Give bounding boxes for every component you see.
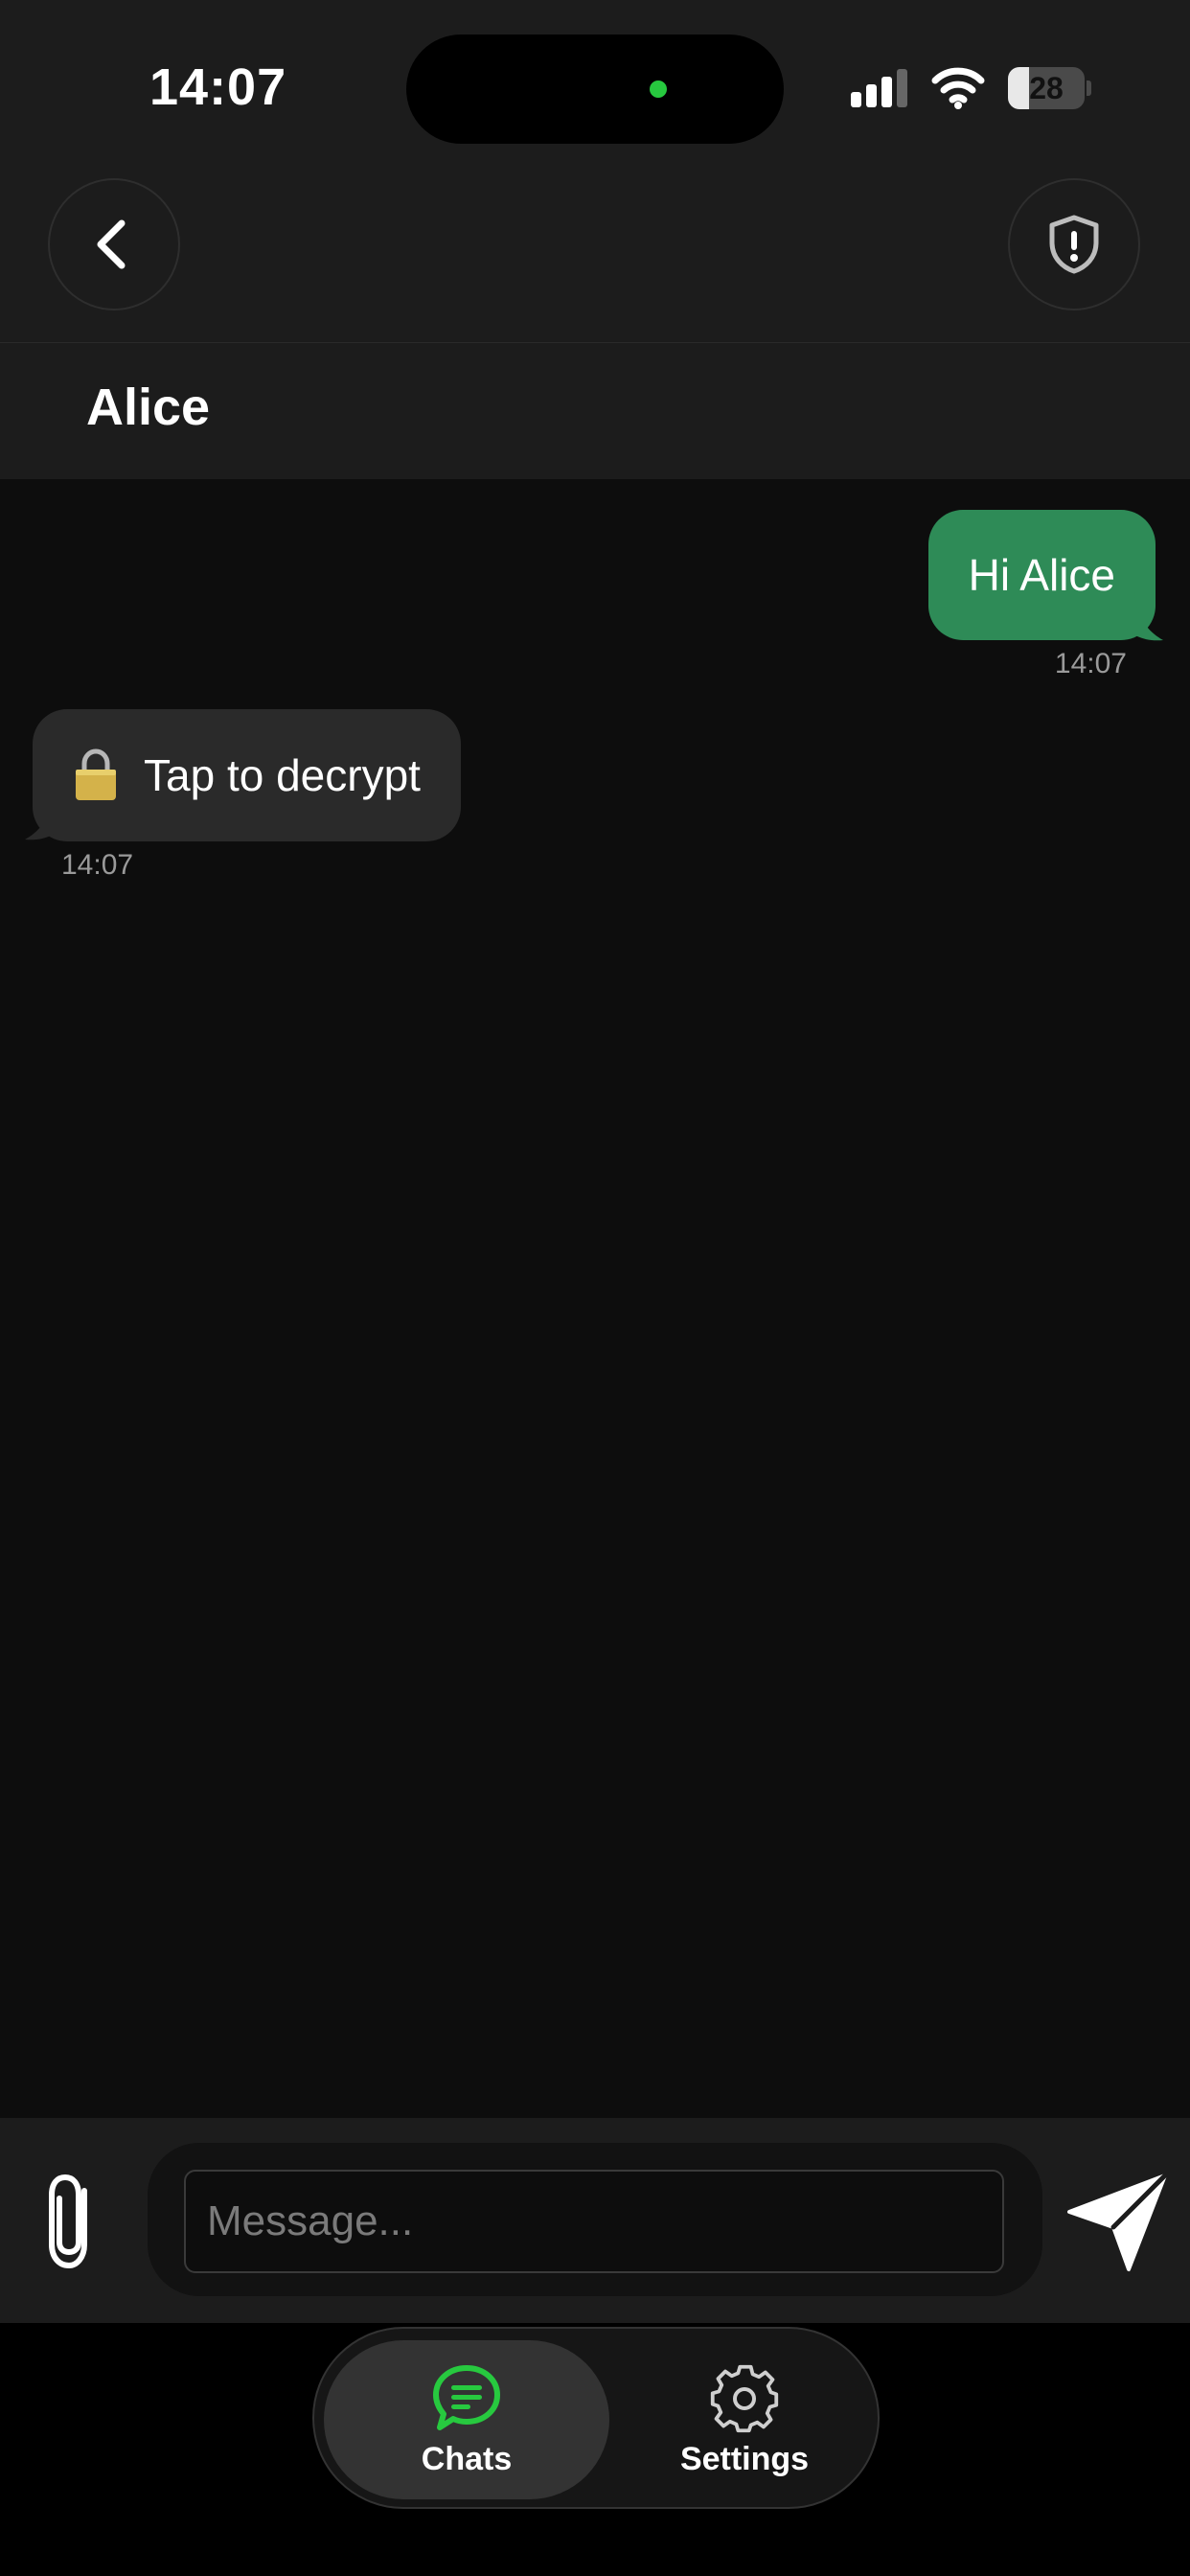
chevron-left-icon — [97, 219, 126, 269]
message-timestamp: 14:07 — [61, 849, 134, 881]
message-input[interactable] — [184, 2170, 1004, 2273]
message-timestamp: 14:07 — [1054, 648, 1127, 679]
tab-label: Settings — [679, 2440, 810, 2477]
camera-indicator-dot — [650, 80, 667, 98]
battery-level: 28 — [1029, 70, 1064, 105]
paperclip-icon[interactable] — [34, 2168, 111, 2275]
lock-icon — [76, 748, 116, 800]
wifi-icon — [931, 67, 985, 109]
shield-alert-icon — [1049, 215, 1099, 274]
message-text: Tap to decrypt — [144, 750, 421, 800]
chat-header: Alice — [0, 343, 1190, 479]
tab-chats[interactable]: Chats — [324, 2340, 609, 2499]
outgoing-message-bubble[interactable]: Hi Alice — [927, 510, 1156, 640]
send-icon[interactable] — [1065, 2168, 1171, 2273]
chat-title: Alice — [86, 379, 211, 436]
chat-bubble-icon — [433, 2364, 500, 2430]
cellular-signal-icon — [851, 69, 907, 107]
battery-indicator: 28 — [1008, 67, 1085, 109]
tab-label: Chats — [421, 2440, 513, 2477]
bubble-tail — [25, 792, 63, 840]
message-composer — [0, 2118, 1190, 2323]
gear-icon — [710, 2364, 779, 2432]
message-list[interactable]: Hi Alice 14:07 Tap to decrypt 14:07 — [0, 479, 1190, 2118]
tab-settings[interactable]: Settings — [621, 2340, 868, 2499]
encrypted-message-bubble[interactable]: Tap to decrypt — [33, 709, 461, 841]
tab-bar: Chats Settings — [312, 2327, 880, 2509]
security-info-button[interactable] — [1008, 178, 1140, 310]
message-input-container — [148, 2143, 1042, 2296]
battery-tip — [1087, 80, 1091, 96]
bubble-tail — [1125, 592, 1163, 641]
message-text: Hi Alice — [968, 550, 1115, 600]
status-time: 14:07 — [149, 58, 287, 116]
dynamic-island — [406, 34, 784, 144]
top-bar: 14:07 28 — [0, 0, 1190, 343]
back-button[interactable] — [48, 178, 180, 310]
tab-bar-area: Chats Settings — [0, 2323, 1190, 2576]
